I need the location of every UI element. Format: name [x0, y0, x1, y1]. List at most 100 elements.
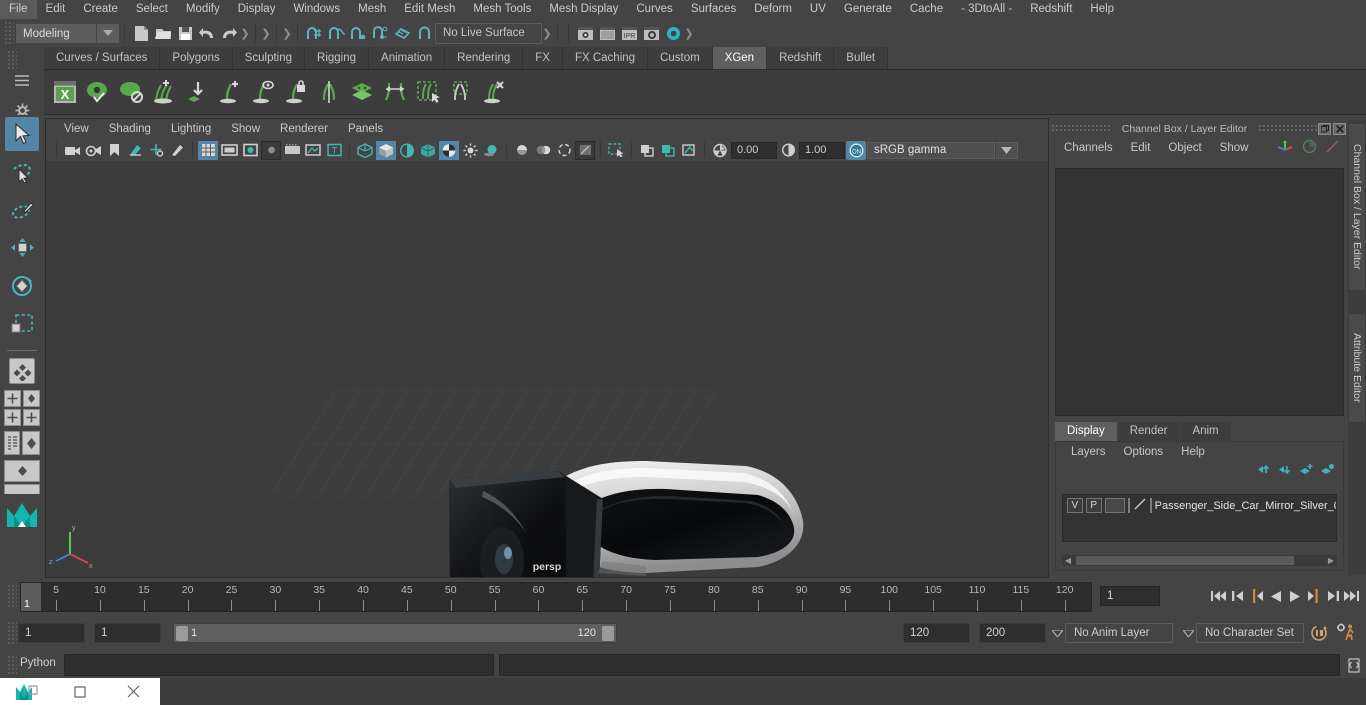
layer-playback-toggle[interactable]: P	[1085, 498, 1102, 513]
move-tool[interactable]	[5, 231, 39, 265]
channelbox-menu-show[interactable]: Show	[1211, 138, 1258, 158]
menu-select[interactable]: Select	[127, 0, 177, 19]
range-slider-right-handle[interactable]	[602, 626, 614, 641]
step-forward-keyframe-icon[interactable]	[1324, 586, 1341, 606]
layer-tab-render[interactable]: Render	[1117, 422, 1180, 441]
shelf-tab-custom[interactable]: Custom	[648, 47, 713, 69]
toggle-channel-icon[interactable]	[1302, 139, 1317, 157]
grid-toggle-icon[interactable]	[198, 140, 218, 160]
hypershade-persp-layout[interactable]	[22, 431, 40, 455]
current-time-indicator[interactable]: 1	[21, 583, 41, 611]
save-scene-icon[interactable]	[174, 22, 196, 44]
magnet-icon[interactable]	[413, 22, 435, 44]
minimize-window-icon[interactable]	[53, 685, 106, 698]
xgen-clump-icon[interactable]	[446, 76, 476, 108]
bookmark-icon[interactable]	[104, 141, 124, 160]
menu-curves[interactable]: Curves	[627, 0, 681, 19]
new-layer-from-selected-icon[interactable]	[1299, 463, 1314, 479]
menu-windows[interactable]: Windows	[284, 0, 349, 19]
cmdline-grip[interactable]	[6, 654, 17, 676]
go-to-start-icon[interactable]	[1210, 586, 1227, 606]
scroll-thumb[interactable]	[1076, 556, 1294, 565]
open-scene-icon[interactable]	[152, 22, 174, 44]
go-to-end-icon[interactable]	[1343, 586, 1360, 606]
xgen-select-region-icon[interactable]	[413, 76, 443, 108]
scale-tool[interactable]	[5, 307, 39, 341]
snap-to-curve-icon[interactable]	[325, 22, 347, 44]
snap-to-view-plane-icon[interactable]	[391, 22, 413, 44]
anim-layer-caret[interactable]	[1049, 623, 1065, 643]
xgen-preview-icon[interactable]	[83, 76, 113, 108]
ipr-render-icon[interactable]: IPR	[618, 22, 640, 44]
menu-generate[interactable]: Generate	[835, 0, 901, 19]
menu-display[interactable]: Display	[229, 0, 285, 19]
animation-preferences-icon[interactable]	[1336, 623, 1357, 645]
layer-visibility-toggle[interactable]: V	[1067, 498, 1083, 513]
camera-attributes-icon[interactable]	[83, 141, 103, 160]
character-set-caret[interactable]	[1180, 623, 1196, 643]
select-tool[interactable]	[5, 117, 39, 151]
shaded-flat-icon[interactable]	[397, 141, 417, 160]
rotate-tool[interactable]	[5, 269, 39, 303]
render-current-frame-icon[interactable]	[574, 22, 596, 44]
new-scene-icon[interactable]	[130, 22, 152, 44]
exposure-icon[interactable]	[710, 141, 730, 160]
live-surface-field[interactable]: No Live Surface	[435, 22, 542, 44]
shadows-icon[interactable]	[481, 141, 501, 160]
channel-box-list[interactable]	[1055, 168, 1344, 416]
render-settings-icon[interactable]	[640, 22, 662, 44]
render-sequence-icon[interactable]	[596, 22, 618, 44]
shelf-tab-fx[interactable]: FX	[523, 47, 563, 69]
snap-to-grid-icon[interactable]	[303, 22, 325, 44]
statusline-grip[interactable]	[3, 20, 14, 46]
scroll-right-arrow[interactable]: ▶	[1325, 555, 1337, 566]
anim-layer-field[interactable]: No Anim Layer	[1065, 623, 1173, 643]
exposure-field[interactable]: 0.00	[731, 141, 777, 159]
2d-pan-zoom-icon[interactable]	[146, 141, 166, 160]
move-layer-down-icon[interactable]	[1278, 463, 1293, 479]
layereditor-menu-options[interactable]: Options	[1115, 443, 1173, 461]
xray-joints-icon[interactable]	[658, 141, 678, 160]
scroll-left-arrow[interactable]: ◀	[1062, 555, 1074, 566]
channelbox-menu-object[interactable]: Object	[1159, 138, 1210, 158]
range-start-field[interactable]: 1	[94, 623, 161, 643]
rangeslider-grip[interactable]	[6, 620, 17, 646]
viewport-menu-lighting[interactable]: Lighting	[161, 119, 221, 139]
close-icon[interactable]	[1333, 122, 1346, 135]
shelf-tab-sculpting[interactable]: Sculpting	[232, 47, 306, 69]
single-perspective-layout[interactable]	[4, 390, 21, 407]
close-window-icon[interactable]	[107, 685, 160, 698]
layer-row[interactable]: V P Passenger_Side_Car_Mirror_Silver_001	[1063, 495, 1336, 514]
step-back-frame-icon[interactable]	[1248, 586, 1265, 606]
statusline-expand-5[interactable]: ❯	[684, 23, 694, 43]
statusline-expand-4[interactable]: ❯	[542, 23, 552, 43]
color-space-dropdown-arrow[interactable]	[996, 141, 1018, 159]
play-backwards-icon[interactable]	[1267, 586, 1284, 606]
range-slider[interactable]: 1 120	[173, 623, 617, 643]
persp-side-layout[interactable]	[23, 409, 40, 426]
multisample-icon[interactable]	[554, 141, 574, 160]
script-editor-icon[interactable]	[1344, 656, 1364, 674]
undock-icon[interactable]	[1318, 122, 1331, 135]
layereditor-menu-help[interactable]: Help	[1172, 443, 1214, 461]
layer-tab-display[interactable]: Display	[1055, 422, 1117, 441]
outliner-persp-layout[interactable]	[4, 431, 20, 455]
view-transform-toggle[interactable]: ON	[846, 140, 866, 160]
vtab-channel-box[interactable]: Channel Box / Layer Editor	[1348, 123, 1366, 291]
play-forwards-icon[interactable]	[1286, 586, 1303, 606]
gamma-field[interactable]: 1.00	[799, 141, 845, 159]
gamma-icon[interactable]	[778, 141, 798, 160]
viewport-display-icon[interactable]	[303, 141, 323, 160]
move-layer-up-icon[interactable]	[1257, 463, 1272, 479]
diagonal-slash-icon[interactable]	[1325, 139, 1340, 157]
shelf-tab-redshift[interactable]: Redshift	[767, 47, 835, 69]
layereditor-menu-layers[interactable]: Layers	[1062, 443, 1115, 461]
character-set-field[interactable]: No Character Set	[1196, 623, 1304, 643]
xgen-groom-layers-icon[interactable]	[347, 76, 377, 108]
film-gate-icon[interactable]	[219, 141, 239, 160]
anim-end-field[interactable]: 200	[979, 623, 1046, 643]
viewport-menu-shading[interactable]: Shading	[99, 119, 161, 139]
menu-3dtoall[interactable]: - 3DtoAll -	[952, 0, 1021, 19]
viewport-menu-panels[interactable]: Panels	[338, 119, 393, 139]
wireframe-icon[interactable]	[355, 141, 375, 160]
